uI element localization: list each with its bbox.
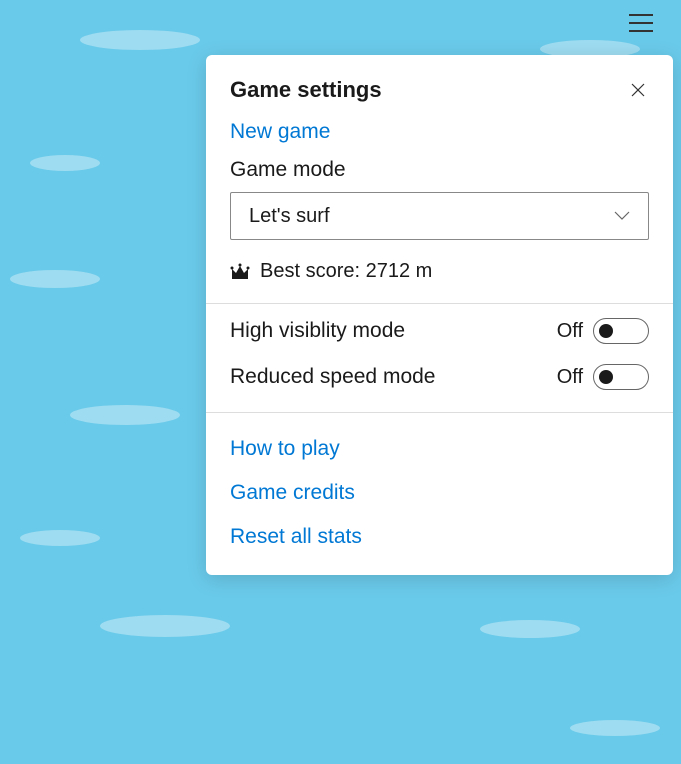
game-credits-link[interactable]: Game credits xyxy=(230,481,649,505)
game-mode-label: Game mode xyxy=(230,158,649,182)
high-visibility-label: High visiblity mode xyxy=(230,319,405,343)
best-score-text: Best score: 2712 m xyxy=(260,260,432,283)
reduced-speed-state: Off xyxy=(557,366,583,389)
chevron-down-icon xyxy=(614,211,630,221)
crown-icon xyxy=(230,263,250,281)
close-button[interactable] xyxy=(627,79,649,106)
high-visibility-state: Off xyxy=(557,320,583,343)
game-settings-panel: Game settings New game Game mode Let's s… xyxy=(206,55,673,575)
close-icon xyxy=(631,83,645,97)
new-game-link[interactable]: New game xyxy=(230,120,649,144)
hamburger-menu-button[interactable] xyxy=(629,14,653,32)
panel-title: Game settings xyxy=(230,77,382,103)
reduced-speed-row: Reduced speed mode Off xyxy=(206,358,673,412)
how-to-play-link[interactable]: How to play xyxy=(230,437,649,461)
game-mode-select[interactable]: Let's surf xyxy=(230,192,649,240)
high-visibility-toggle[interactable] xyxy=(593,318,649,344)
reduced-speed-toggle[interactable] xyxy=(593,364,649,390)
high-visibility-row: High visiblity mode Off xyxy=(206,304,673,358)
reduced-speed-label: Reduced speed mode xyxy=(230,365,435,389)
best-score-row: Best score: 2712 m xyxy=(230,260,649,303)
game-mode-value: Let's surf xyxy=(249,205,330,228)
reset-stats-link[interactable]: Reset all stats xyxy=(230,525,649,549)
